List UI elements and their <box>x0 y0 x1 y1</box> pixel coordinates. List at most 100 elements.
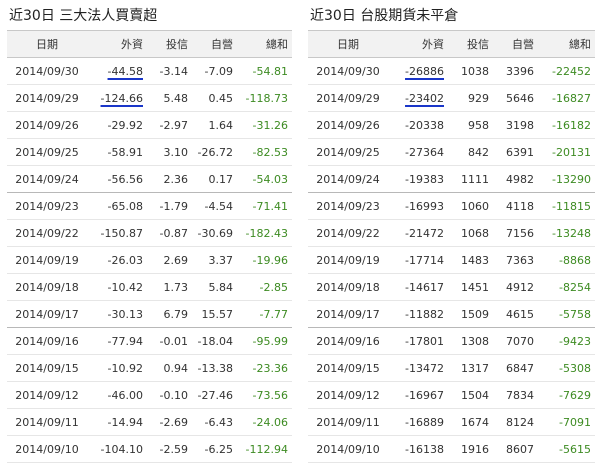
cell-investment-trust: -2.59 <box>147 435 192 463</box>
cell-date: 2014/09/10 <box>308 435 388 463</box>
table-row: 2014/09/15 -10.92 0.94 -13.38 -23.36 <box>7 354 292 382</box>
cell-investment-trust: 1504 <box>448 381 493 409</box>
cell-investment-trust: 842 <box>448 138 493 166</box>
table-row: 2014/09/19 -17714 1483 7363 -8868 <box>308 246 595 274</box>
table-row: 2014/09/16 -17801 1308 7070 -9423 <box>308 327 595 355</box>
table-row: 2014/09/11 -14.94 -2.69 -6.43 -24.06 <box>7 408 292 436</box>
cell-foreign: -11882 <box>388 300 448 328</box>
cell-date: 2014/09/24 <box>308 165 388 193</box>
table-row: 2014/09/26 -20338 958 3198 -16182 <box>308 111 595 139</box>
cell-date: 2014/09/24 <box>7 165 87 193</box>
cell-foreign: -14617 <box>388 273 448 301</box>
table-row: 2014/09/12 -16967 1504 7834 -7629 <box>308 381 595 409</box>
cell-date: 2014/09/22 <box>308 219 388 247</box>
cell-investment-trust: 2.36 <box>147 165 192 193</box>
cell-dealer: -7.09 <box>192 57 237 85</box>
highlighted-value: -23402 <box>405 91 444 105</box>
cell-foreign: -20338 <box>388 111 448 139</box>
table-row: 2014/09/30 -26886 1038 3396 -22452 <box>308 57 595 85</box>
table-row: 2014/09/30 -44.58 -3.14 -7.09 -54.81 <box>7 57 292 85</box>
cell-dealer: 6391 <box>493 138 538 166</box>
cell-total: -5615 <box>538 435 595 463</box>
cell-total: -71.41 <box>237 192 292 220</box>
cell-total: -2.85 <box>237 273 292 301</box>
cell-foreign: -16889 <box>388 408 448 436</box>
cell-foreign: -16993 <box>388 192 448 220</box>
cell-date: 2014/09/17 <box>308 300 388 328</box>
cell-investment-trust: 3.10 <box>147 138 192 166</box>
cell-investment-trust: 1509 <box>448 300 493 328</box>
table-header-row: 日期 外資 投信 自營 總和 <box>308 30 595 58</box>
cell-date: 2014/09/11 <box>308 408 388 436</box>
cell-dealer: -13.38 <box>192 354 237 382</box>
cell-foreign: -46.00 <box>87 381 147 409</box>
cell-investment-trust: -0.87 <box>147 219 192 247</box>
cell-foreign: -26.03 <box>87 246 147 274</box>
cell-investment-trust: 1317 <box>448 354 493 382</box>
cell-date: 2014/09/18 <box>7 273 87 301</box>
table-row: 2014/09/26 -29.92 -2.97 1.64 -31.26 <box>7 111 292 139</box>
column-header-investment-trust: 投信 <box>147 30 192 58</box>
cell-investment-trust: -0.01 <box>147 327 192 355</box>
cell-dealer: 4912 <box>493 273 538 301</box>
column-header-foreign: 外資 <box>388 30 448 58</box>
cell-foreign: -65.08 <box>87 192 147 220</box>
cell-date: 2014/09/26 <box>308 111 388 139</box>
cell-date: 2014/09/11 <box>7 408 87 436</box>
table-row: 2014/09/24 -19383 1111 4982 -13290 <box>308 165 595 193</box>
table-row: 2014/09/19 -26.03 2.69 3.37 -19.96 <box>7 246 292 274</box>
table-row: 2014/09/17 -30.13 6.79 15.57 -7.77 <box>7 300 292 328</box>
column-header-dealer: 自營 <box>192 30 237 58</box>
cell-investment-trust: 1111 <box>448 165 493 193</box>
column-header-total: 總和 <box>237 30 292 58</box>
cell-foreign: -10.42 <box>87 273 147 301</box>
cell-foreign: -56.56 <box>87 165 147 193</box>
cell-dealer: 4118 <box>493 192 538 220</box>
cell-foreign: -16138 <box>388 435 448 463</box>
cell-dealer: 3396 <box>493 57 538 85</box>
cell-total: -23.36 <box>237 354 292 382</box>
table-row: 2014/09/25 -58.91 3.10 -26.72 -82.53 <box>7 138 292 166</box>
cell-foreign: -44.58 <box>87 57 147 85</box>
table-row: 2014/09/22 -21472 1068 7156 -13248 <box>308 219 595 247</box>
cell-total: -13248 <box>538 219 595 247</box>
cell-total: -22452 <box>538 57 595 85</box>
cell-investment-trust: 958 <box>448 111 493 139</box>
futures-open-interest-table: 日期 外資 投信 自營 總和 2014/09/30 -26886 1038 3396 -2245… <box>308 30 595 463</box>
cell-dealer: 4982 <box>493 165 538 193</box>
cell-foreign: -77.94 <box>87 327 147 355</box>
table-row: 2014/09/25 -27364 842 6391 -20131 <box>308 138 595 166</box>
cell-date: 2014/09/16 <box>7 327 87 355</box>
cell-date: 2014/09/30 <box>7 57 87 85</box>
table-row: 2014/09/16 -77.94 -0.01 -18.04 -95.99 <box>7 327 292 355</box>
cell-dealer: -6.43 <box>192 408 237 436</box>
cell-foreign: -124.66 <box>87 84 147 112</box>
cell-total: -9423 <box>538 327 595 355</box>
panel-title: 近30日 三大法人買賣超 <box>9 8 158 24</box>
cell-foreign: -30.13 <box>87 300 147 328</box>
cell-date: 2014/09/19 <box>308 246 388 274</box>
cell-investment-trust: 1.73 <box>147 273 192 301</box>
cell-dealer: -27.46 <box>192 381 237 409</box>
cell-dealer: 4615 <box>493 300 538 328</box>
cell-foreign: -21472 <box>388 219 448 247</box>
highlighted-value: -44.58 <box>107 64 143 78</box>
cell-investment-trust: -1.79 <box>147 192 192 220</box>
cell-investment-trust: -2.97 <box>147 111 192 139</box>
cell-foreign: -14.94 <box>87 408 147 436</box>
cell-dealer: 15.57 <box>192 300 237 328</box>
table-row: 2014/09/17 -11882 1509 4615 -5758 <box>308 300 595 328</box>
cell-total: -24.06 <box>237 408 292 436</box>
cell-date: 2014/09/17 <box>7 300 87 328</box>
column-header-dealer: 自營 <box>493 30 538 58</box>
cell-investment-trust: 929 <box>448 84 493 112</box>
cell-total: -11815 <box>538 192 595 220</box>
cell-dealer: -26.72 <box>192 138 237 166</box>
cell-date: 2014/09/25 <box>308 138 388 166</box>
cell-investment-trust: 1483 <box>448 246 493 274</box>
cell-investment-trust: 1060 <box>448 192 493 220</box>
cell-date: 2014/09/29 <box>308 84 388 112</box>
cell-foreign: -150.87 <box>87 219 147 247</box>
table-row: 2014/09/29 -124.66 5.48 0.45 -118.73 <box>7 84 292 112</box>
cell-total: -5758 <box>538 300 595 328</box>
